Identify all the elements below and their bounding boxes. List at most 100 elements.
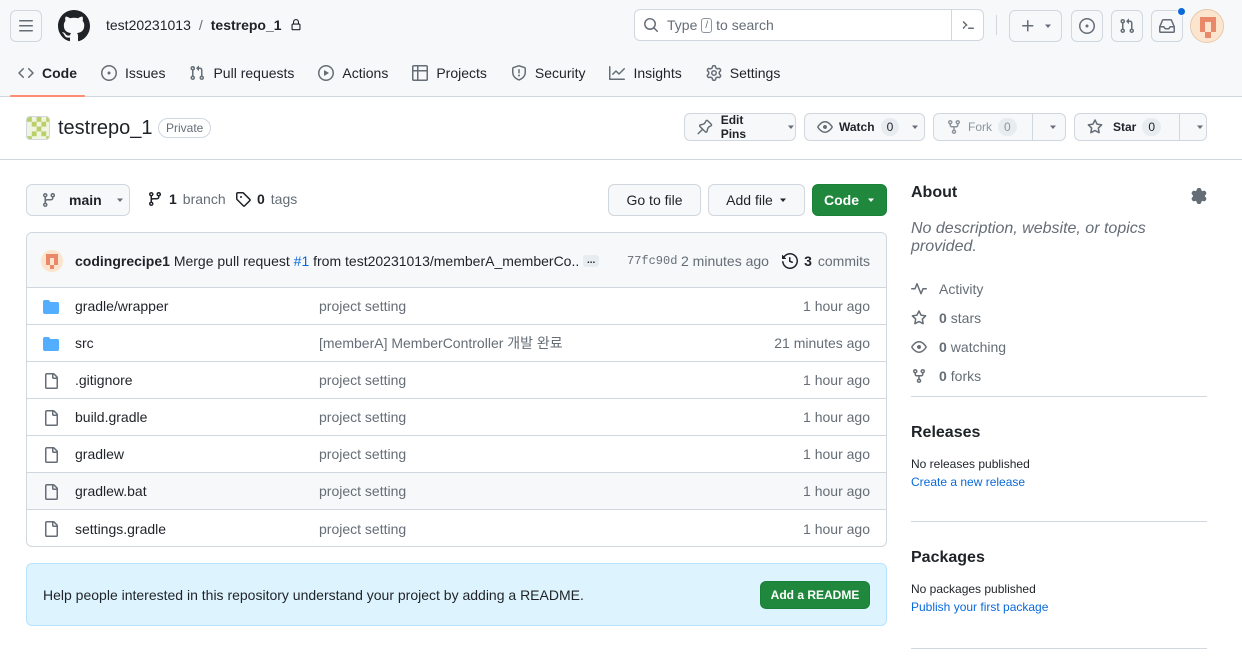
commit-expand-button[interactable]: ... [583, 255, 600, 267]
tab-settings-label: Settings [729, 65, 781, 81]
caret-down-icon [779, 198, 786, 202]
repo-owner-avatar[interactable] [26, 116, 50, 140]
edit-pins-button[interactable]: Edit Pins [684, 113, 796, 141]
lock-icon [291, 19, 301, 31]
tab-pull-requests[interactable]: Pull requests [181, 56, 302, 90]
tab-pull-requests-label: Pull requests [213, 65, 295, 81]
commit-author-link[interactable]: codingrecipe1 [75, 253, 170, 269]
commit-pr-link[interactable]: #1 [294, 253, 310, 269]
github-logo-icon[interactable] [58, 10, 90, 42]
user-avatar[interactable] [1190, 9, 1224, 43]
file-name-link[interactable]: src [75, 335, 94, 351]
stars-link[interactable]: 0 stars [911, 303, 1207, 332]
file-commit-time: 1 hour ago [803, 409, 870, 425]
forks-label: forks [950, 367, 982, 384]
code-icon [18, 67, 34, 79]
file-commit-message[interactable]: project setting [319, 298, 406, 314]
add-file-button[interactable]: Add file [708, 184, 805, 216]
file-commit-message[interactable]: project setting [319, 483, 406, 499]
publish-package-link[interactable]: Publish your first package [911, 600, 1207, 614]
commit-sha-link[interactable]: 77fc90d [627, 254, 677, 268]
file-commit-message[interactable]: project setting [319, 446, 406, 462]
commit-message-pre: Merge pull request [173, 253, 290, 269]
visibility-badge: Private [158, 118, 212, 138]
issues-button[interactable] [1071, 10, 1103, 42]
pull-requests-button[interactable] [1111, 10, 1143, 42]
tag-count: 0 [257, 191, 265, 207]
commit-author-avatar[interactable] [41, 250, 63, 272]
tab-actions-label: Actions [342, 65, 389, 81]
tab-actions[interactable]: Actions [310, 56, 396, 90]
table-row: gradlew project setting 1 hour ago [27, 436, 886, 473]
star-button[interactable]: Star 0 [1074, 113, 1207, 141]
fork-split-divider [1031, 114, 1033, 140]
file-name-link[interactable]: gradlew.bat [75, 483, 147, 499]
file-name-link[interactable]: .gitignore [75, 372, 133, 388]
go-to-file-button[interactable]: Go to file [608, 184, 701, 216]
inbox-button[interactable] [1151, 7, 1186, 42]
repo-name-link[interactable]: testrepo_1 [58, 117, 153, 140]
tab-settings[interactable]: Settings [698, 56, 789, 90]
code-button-label: Code [824, 192, 859, 208]
file-commit-message[interactable]: [memberA] MemberController 개발 완료 [319, 333, 563, 353]
watch-button[interactable]: Watch 0 [804, 113, 925, 141]
commits-history-link[interactable]: 3 commits [782, 253, 870, 269]
stars-count: 0 [939, 309, 947, 326]
file-icon [45, 484, 58, 500]
tab-projects[interactable]: Projects [404, 56, 495, 90]
commit-count-label: commits [817, 253, 870, 269]
menu-button[interactable] [10, 10, 42, 42]
releases-empty-text: No releases published [911, 457, 1030, 471]
breadcrumb-repo[interactable]: testrepo_1 [211, 17, 282, 33]
search-input[interactable]: Type / to search [634, 9, 984, 41]
graph-icon [609, 66, 626, 80]
commit-message-post: from test20231013/memberA_memberCo... [313, 253, 580, 269]
caret-down-icon [868, 198, 874, 202]
file-commit-message[interactable]: project setting [319, 409, 406, 425]
about-stats-list: Activity 0 stars 0 watching 0 forks [911, 274, 1207, 390]
code-dropdown-button[interactable]: Code [812, 184, 887, 216]
tags-link[interactable]: 0 tags [235, 191, 297, 207]
search-icon [644, 18, 659, 33]
file-commit-message[interactable]: project setting [319, 521, 406, 537]
file-name-link[interactable]: gradlew [75, 446, 124, 462]
activity-link[interactable]: Activity [911, 274, 1207, 303]
star-icon [1087, 119, 1103, 134]
releases-heading[interactable]: Releases [911, 424, 1207, 442]
tab-security[interactable]: Security [503, 56, 594, 90]
fork-button[interactable]: Fork 0 [933, 113, 1066, 141]
file-commit-message[interactable]: project setting [319, 372, 406, 388]
tab-issues[interactable]: Issues [93, 56, 173, 90]
packages-heading[interactable]: Packages [911, 549, 1207, 567]
issue-icon [101, 65, 117, 81]
eye-icon [817, 121, 833, 133]
watching-link[interactable]: 0 watching [911, 332, 1207, 361]
star-label: Star [1113, 120, 1137, 134]
plus-icon [1021, 20, 1033, 32]
branches-link[interactable]: 1 branch [147, 191, 226, 207]
watch-count: 0 [880, 118, 900, 136]
file-commit-time: 1 hour ago [803, 483, 870, 499]
git-branch-icon [42, 193, 55, 208]
stars-label: stars [950, 309, 982, 326]
edit-about-button[interactable] [1191, 188, 1207, 204]
caret-down-icon [788, 125, 795, 129]
tab-code[interactable]: Code [10, 56, 85, 97]
git-branch-icon [148, 192, 161, 207]
notification-indicator [1177, 7, 1186, 16]
tab-insights[interactable]: Insights [601, 56, 689, 90]
table-row: gradle/wrapper project setting 1 hour ag… [27, 288, 886, 325]
branch-selector[interactable]: main [26, 184, 130, 216]
create-release-link[interactable]: Create a new release [911, 475, 1207, 489]
add-readme-button[interactable]: Add a README [760, 581, 870, 609]
create-new-button[interactable] [1009, 10, 1062, 42]
forks-link[interactable]: 0 forks [911, 361, 1207, 390]
command-palette-button[interactable] [951, 10, 983, 40]
tab-projects-label: Projects [436, 65, 487, 81]
file-name-link[interactable]: settings.gradle [75, 521, 166, 537]
file-name-link[interactable]: gradle/wrapper [75, 298, 168, 314]
file-name-link[interactable]: build.gradle [75, 409, 147, 425]
search-placeholder: Type / to search [667, 17, 774, 33]
tab-insights-label: Insights [633, 65, 682, 81]
breadcrumb-owner[interactable]: test20231013 [106, 17, 191, 33]
